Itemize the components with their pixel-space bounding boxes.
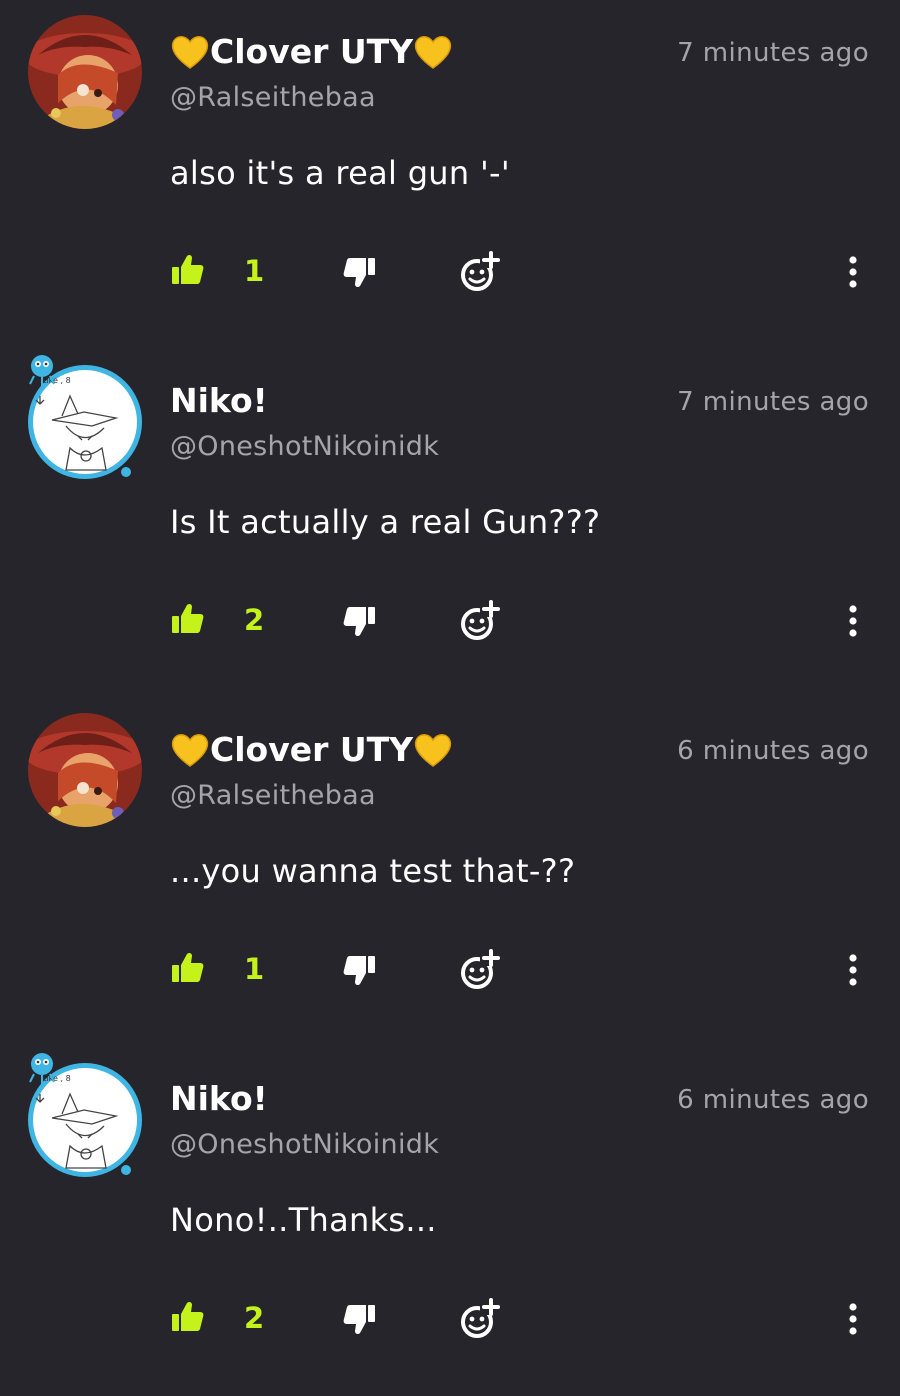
avatar-caption: Like , 8 xyxy=(42,1074,71,1083)
avatar-niko-image: Like , 8 xyxy=(28,1053,142,1177)
thumbs-up-icon[interactable] xyxy=(170,252,206,288)
avatar[interactable]: Like , 8 xyxy=(22,1050,148,1180)
comment-timestamp: 7 minutes ago xyxy=(677,387,869,417)
yellow-heart-icon xyxy=(171,36,209,69)
comment-timestamp: 6 minutes ago xyxy=(677,736,869,766)
comment-item: Like , 8 Niko! @OneshotNikoinidk 7 minut… xyxy=(0,349,900,698)
comment-text: Is It actually a real Gun??? xyxy=(170,503,601,541)
author-handle[interactable]: @OneshotNikoinidk xyxy=(170,429,439,465)
more-vertical-icon[interactable] xyxy=(838,254,868,290)
author-name-text: Niko! xyxy=(170,1079,268,1118)
thumbs-up-icon[interactable] xyxy=(170,950,206,986)
author-name[interactable]: Clover UTY xyxy=(170,30,453,74)
thumbs-down-icon[interactable] xyxy=(341,254,377,290)
thumbs-down-icon[interactable] xyxy=(341,952,377,988)
comment-timestamp: 7 minutes ago xyxy=(677,38,869,68)
avatar-clover-image xyxy=(28,713,142,827)
avatar-caption: Like , 8 xyxy=(42,376,71,385)
thumbs-up-icon[interactable] xyxy=(170,1299,206,1335)
comment-item: Like , 8 Niko! @OneshotNikoinidk 6 minut… xyxy=(0,1047,900,1396)
add-reaction-icon[interactable] xyxy=(458,250,502,294)
thumbs-down-icon[interactable] xyxy=(341,603,377,639)
author-handle[interactable]: @Ralseithebaa xyxy=(170,80,376,116)
comment-text: Nono!..Thanks... xyxy=(170,1201,437,1239)
more-vertical-icon[interactable] xyxy=(838,603,868,639)
author-handle[interactable]: @OneshotNikoinidk xyxy=(170,1127,439,1163)
comment-text: also it's a real gun '-' xyxy=(170,154,510,192)
author-name[interactable]: Niko! xyxy=(170,1077,268,1121)
avatar-clover-image xyxy=(28,15,142,129)
more-vertical-icon[interactable] xyxy=(838,1301,868,1337)
like-count: 1 xyxy=(244,254,265,288)
avatar[interactable] xyxy=(28,15,142,129)
comment-timestamp: 6 minutes ago xyxy=(677,1085,869,1115)
comment-text: ...you wanna test that-?? xyxy=(170,852,576,890)
more-vertical-icon[interactable] xyxy=(838,952,868,988)
comment-item: Clover UTY @Ralseithebaa 6 minutes ago .… xyxy=(0,698,900,1047)
author-name-text: Clover UTY xyxy=(210,32,414,71)
avatar-niko-image: Like , 8 xyxy=(28,355,142,479)
like-count: 2 xyxy=(244,603,265,637)
thumbs-up-icon[interactable] xyxy=(170,601,206,637)
add-reaction-icon[interactable] xyxy=(458,1297,502,1341)
yellow-heart-icon xyxy=(171,734,209,767)
thumbs-down-icon[interactable] xyxy=(341,1301,377,1337)
author-name-text: Clover UTY xyxy=(210,730,414,769)
author-handle[interactable]: @Ralseithebaa xyxy=(170,778,376,814)
avatar[interactable] xyxy=(28,713,142,827)
author-name[interactable]: Niko! xyxy=(170,379,268,423)
like-count: 2 xyxy=(244,1301,265,1335)
yellow-heart-icon xyxy=(414,734,452,767)
comment-item: Clover UTY @Ralseithebaa 7 minutes ago a… xyxy=(0,0,900,349)
yellow-heart-icon xyxy=(414,36,452,69)
like-count: 1 xyxy=(244,952,265,986)
add-reaction-icon[interactable] xyxy=(458,599,502,643)
author-name-text: Niko! xyxy=(170,381,268,420)
avatar[interactable]: Like , 8 xyxy=(22,352,148,482)
author-name[interactable]: Clover UTY xyxy=(170,728,453,772)
add-reaction-icon[interactable] xyxy=(458,948,502,992)
